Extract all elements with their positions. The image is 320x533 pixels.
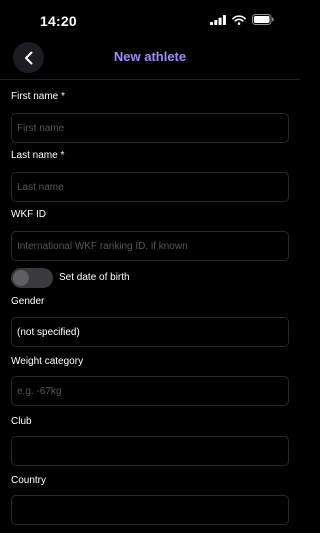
club-input[interactable] [12,437,288,465]
first-name-label: First name * [11,91,65,102]
date-of-birth-toggle[interactable] [11,268,53,288]
status-time: 14:20 [40,13,77,29]
last-name-field [11,172,289,202]
wkf-id-label: WKF ID [11,209,46,220]
page-title: New athlete [113,49,187,64]
status-icons [210,14,274,25]
wkf-id-field [11,231,289,261]
wifi-icon [232,14,246,25]
last-name-input[interactable] [12,173,288,201]
country-label: Country [11,475,47,486]
first-name-field [11,113,289,143]
gender-label: Gender [11,296,45,307]
country-input[interactable] [12,496,288,524]
navigation-bar: New athlete [0,40,300,80]
battery-icon [252,14,274,25]
toggle-knob [13,270,29,286]
first-name-input[interactable] [12,114,288,142]
club-field [11,436,289,466]
country-field [11,495,289,525]
weight-category-label: Weight category [11,356,84,367]
wkf-id-input[interactable] [12,232,288,260]
weight-category-field [11,376,289,406]
weight-category-input[interactable] [12,377,288,405]
status-bar: 14:20 [0,0,300,40]
last-name-label: Last name * [11,150,65,161]
gender-select[interactable]: (not specified) [11,317,289,347]
gender-selected-value: (not specified) [17,327,80,338]
club-label: Club [11,416,32,427]
cellular-icon [210,14,226,25]
date-of-birth-toggle-label: Set date of birth [59,272,130,283]
